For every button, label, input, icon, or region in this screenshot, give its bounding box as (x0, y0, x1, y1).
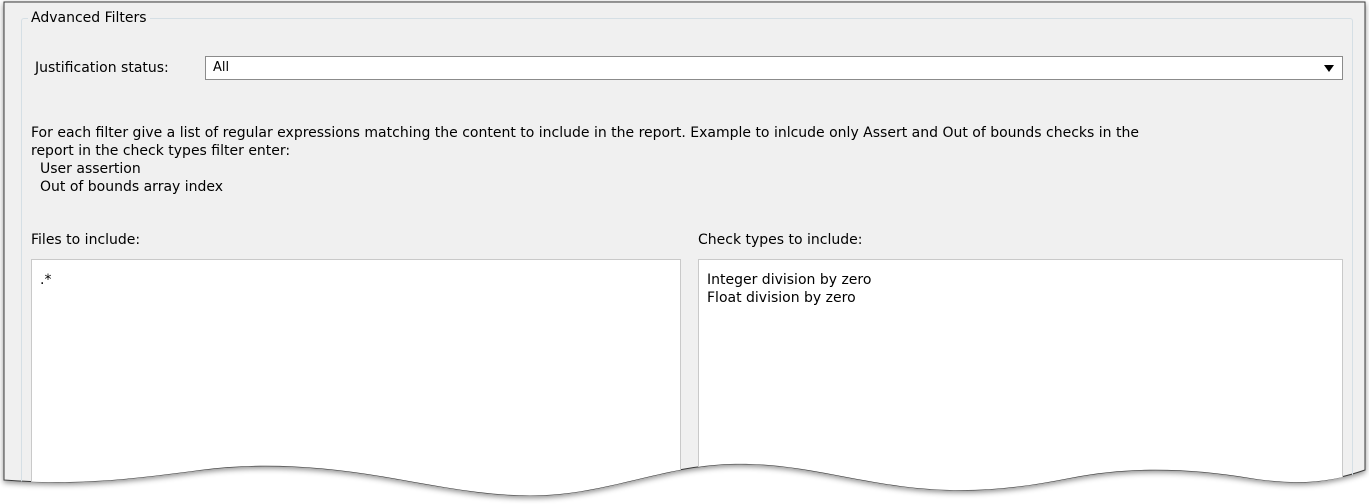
dialog-content: Advanced Filters Justification status: A… (0, 0, 1369, 504)
justification-status-dropdown[interactable]: All (205, 56, 1343, 80)
description-line-1: For each filter give a list of regular e… (31, 125, 1139, 141)
dropdown-selected-value: All (213, 60, 230, 75)
screenshot-stage: Advanced Filters Justification status: A… (0, 0, 1369, 504)
example-line-1: User assertion (40, 161, 141, 177)
files-to-include-textarea[interactable]: .* (31, 259, 681, 504)
check-type-line: Float division by zero (707, 290, 856, 306)
chevron-down-icon[interactable] (1324, 65, 1334, 72)
groupbox-title: Advanced Filters (28, 8, 150, 28)
filter-description: For each filter give a list of regular e… (31, 124, 1341, 196)
check-types-to-include-textarea[interactable]: Integer division by zero Float division … (698, 259, 1343, 504)
check-type-line: Integer division by zero (707, 272, 872, 288)
justification-status-label: Justification status: (35, 60, 169, 76)
files-line: .* (40, 272, 52, 288)
check-types-to-include-label: Check types to include: (698, 232, 863, 248)
example-line-2: Out of bounds array index (40, 179, 224, 195)
description-line-2: report in the check types filter enter: (31, 143, 291, 159)
files-to-include-label: Files to include: (31, 232, 141, 248)
